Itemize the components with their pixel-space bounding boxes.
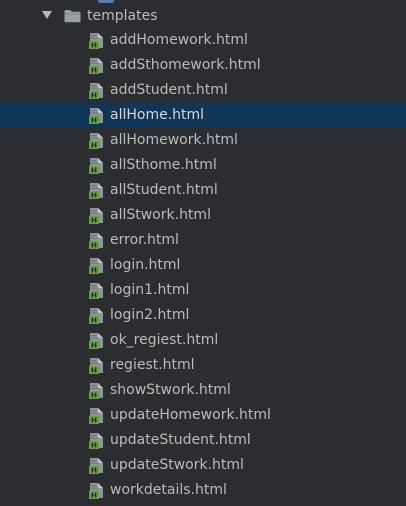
svg-text:H: H [91, 440, 97, 449]
svg-text:H: H [91, 165, 97, 174]
svg-text:H: H [91, 115, 97, 124]
html-file-icon: H [87, 281, 106, 300]
file-name-label: allSthome.html [110, 157, 217, 173]
html-file-icon: H [87, 256, 106, 275]
folder-icon [64, 9, 81, 23]
file-row-addhomework-html[interactable]: H addHomework.html [0, 28, 406, 53]
file-name-label: allHomework.html [110, 132, 238, 148]
file-row-login-html[interactable]: H login.html [0, 253, 406, 278]
svg-text:H: H [91, 290, 97, 299]
file-row-allsthome-html[interactable]: H allSthome.html [0, 153, 406, 178]
svg-text:H: H [91, 415, 97, 424]
html-file-icon: H [87, 431, 106, 450]
html-file-icon: H [87, 456, 106, 475]
file-row-allhome-html[interactable]: H allHome.html [0, 103, 406, 128]
file-name-label: showStwork.html [110, 382, 231, 398]
file-name-label: error.html [110, 232, 179, 248]
svg-text:H: H [91, 465, 97, 474]
file-row-updatestwork-html[interactable]: H updateStwork.html [0, 453, 406, 478]
file-row-login1-html[interactable]: H login1.html [0, 278, 406, 303]
file-row-error-html[interactable]: H error.html [0, 228, 406, 253]
file-name-label: login2.html [110, 307, 190, 323]
html-file-icon: H [87, 106, 106, 125]
expand-collapse-caret-icon[interactable] [42, 11, 52, 19]
folder-row-templates[interactable]: templates [0, 4, 406, 28]
svg-text:H: H [91, 340, 97, 349]
html-file-icon: H [87, 231, 106, 250]
file-name-label: regiest.html [110, 357, 195, 373]
svg-text:H: H [91, 90, 97, 99]
file-name-label: allStudent.html [110, 182, 218, 198]
file-name-label: updateHomework.html [110, 407, 271, 423]
project-file-tree: templates H addHomework.html H addSthome… [0, 0, 406, 506]
svg-text:H: H [91, 190, 97, 199]
html-file-icon: H [87, 481, 106, 500]
svg-text:H: H [91, 390, 97, 399]
file-list: H addHomework.html H addSthomework.html [0, 28, 406, 503]
file-name-label: ok_regiest.html [110, 332, 219, 348]
html-file-icon: H [87, 31, 106, 50]
html-file-icon: H [87, 56, 106, 75]
file-name-label: login.html [110, 257, 181, 273]
html-file-icon: H [87, 131, 106, 150]
file-row-addstudent-html[interactable]: H addStudent.html [0, 78, 406, 103]
file-name-label: updateStudent.html [110, 432, 251, 448]
svg-text:H: H [91, 215, 97, 224]
svg-text:H: H [91, 40, 97, 49]
file-row-allstwork-html[interactable]: H allStwork.html [0, 203, 406, 228]
file-name-label: updateStwork.html [110, 457, 244, 473]
file-row-showstwork-html[interactable]: H showStwork.html [0, 378, 406, 403]
file-name-label: addHomework.html [110, 32, 248, 48]
svg-text:H: H [91, 265, 97, 274]
html-file-icon: H [87, 181, 106, 200]
file-row-login2-html[interactable]: H login2.html [0, 303, 406, 328]
svg-text:H: H [91, 315, 97, 324]
html-file-icon: H [87, 356, 106, 375]
svg-text:H: H [91, 490, 97, 499]
file-row-addsthomework-html[interactable]: H addSthomework.html [0, 53, 406, 78]
file-row-workdetails-html[interactable]: H workdetails.html [0, 478, 406, 503]
svg-text:H: H [91, 65, 97, 74]
html-file-icon: H [87, 406, 106, 425]
file-row-updatestudent-html[interactable]: H updateStudent.html [0, 428, 406, 453]
html-file-icon: H [87, 306, 106, 325]
html-file-icon: H [87, 81, 106, 100]
folder-label: templates [87, 8, 158, 24]
file-name-label: allHome.html [110, 107, 205, 123]
html-file-icon: H [87, 206, 106, 225]
previous-item-icon-edge [98, 0, 114, 3]
svg-text:H: H [91, 365, 97, 374]
file-name-label: login1.html [110, 282, 190, 298]
svg-text:H: H [91, 140, 97, 149]
file-name-label: addStudent.html [110, 82, 228, 98]
html-file-icon: H [87, 156, 106, 175]
file-row-allhomework-html[interactable]: H allHomework.html [0, 128, 406, 153]
file-row-regiest-html[interactable]: H regiest.html [0, 353, 406, 378]
html-file-icon: H [87, 331, 106, 350]
file-row-updatehomework-html[interactable]: H updateHomework.html [0, 403, 406, 428]
file-name-label: allStwork.html [110, 207, 211, 223]
file-name-label: workdetails.html [110, 482, 227, 498]
file-row-allstudent-html[interactable]: H allStudent.html [0, 178, 406, 203]
file-name-label: addSthomework.html [110, 57, 261, 73]
html-file-icon: H [87, 381, 106, 400]
svg-text:H: H [91, 240, 97, 249]
file-row-ok-regiest-html[interactable]: H ok_regiest.html [0, 328, 406, 353]
